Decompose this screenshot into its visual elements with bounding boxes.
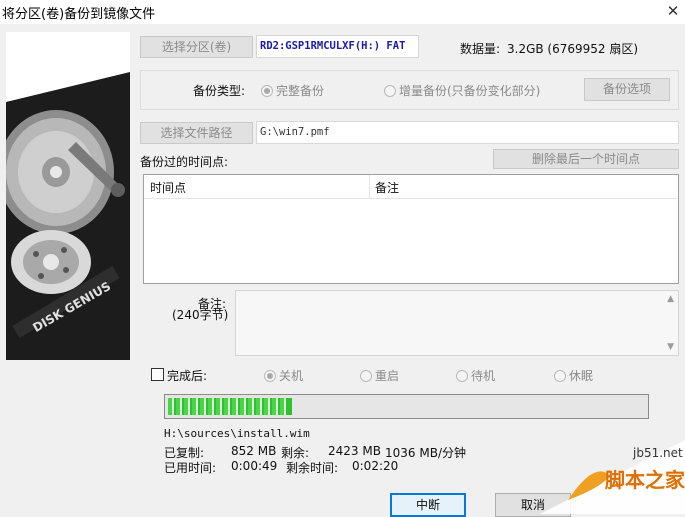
backup-type-label: 备份类型:: [193, 84, 246, 98]
remaining-value: 2423 MB: [328, 444, 381, 458]
progress-segment: [192, 398, 198, 415]
after-complete-checkbox[interactable]: [151, 368, 164, 381]
hdd-illustration: DISK GENIUS: [6, 32, 130, 360]
note-limit-label: (240字节): [172, 308, 229, 322]
radio-label: 完整备份: [276, 84, 325, 98]
scroll-up-icon[interactable]: ▲: [667, 294, 674, 304]
column-header-timepoint[interactable]: 时间点: [150, 179, 186, 196]
progress-segment: [176, 398, 182, 415]
elapsed-value: 0:00:49: [231, 459, 278, 473]
backup-options-button[interactable]: 备份选项: [584, 78, 670, 101]
radio-dot: [360, 370, 372, 382]
radio-restart[interactable]: 重启: [360, 367, 399, 384]
time-left-label: 剩余时间:: [286, 461, 339, 475]
current-file: H:\sources\install.wim: [164, 427, 310, 440]
column-header-note[interactable]: 备注: [375, 179, 399, 196]
progress-segment: [272, 398, 278, 415]
radio-incremental-backup[interactable]: 增量备份(只备份变化部分): [384, 82, 540, 99]
progress-segment: [248, 398, 254, 415]
progress-segment: [208, 398, 214, 415]
radio-label: 休眠: [569, 369, 594, 383]
progress-segment: [280, 398, 286, 415]
radio-dot: [261, 85, 273, 97]
radio-full-backup[interactable]: 完整备份: [261, 82, 324, 99]
progress-segment: [216, 398, 222, 415]
elapsed-label: 已用时间:: [164, 461, 217, 475]
progress-bar: [164, 394, 649, 419]
scroll-down-icon[interactable]: ▼: [667, 342, 674, 352]
radio-dot: [384, 85, 396, 97]
time-left-value: 0:02:20: [352, 459, 399, 473]
radio-standby[interactable]: 待机: [456, 367, 495, 384]
table-header: 时间点 备注: [144, 175, 678, 199]
radio-dot: [554, 370, 566, 382]
radio-shutdown[interactable]: 关机: [264, 367, 303, 384]
after-complete-label: 完成后:: [167, 369, 208, 383]
select-file-path-button[interactable]: 选择文件路径: [140, 122, 253, 144]
copied-value: 852 MB: [231, 444, 277, 458]
progress-segment: [232, 398, 238, 415]
abort-button[interactable]: 中断: [390, 493, 466, 517]
data-amount-label: 数据量:: [460, 42, 501, 56]
radio-dot: [456, 370, 468, 382]
site-watermark: jb51.net 脚本之家: [540, 440, 685, 514]
progress-segment: [256, 398, 262, 415]
note-textarea[interactable]: ▲ ▼: [235, 290, 679, 356]
radio-label: 待机: [471, 369, 496, 383]
timepoints-label: 备份过的时间点:: [140, 155, 229, 169]
radio-label: 增量备份(只备份变化部分): [399, 84, 541, 98]
radio-hibernate[interactable]: 休眠: [554, 367, 593, 384]
progress-segment: [240, 398, 246, 415]
radio-dot: [264, 370, 276, 382]
radio-label: 重启: [375, 369, 400, 383]
file-path-field: G:\win7.pmf: [256, 121, 679, 144]
timepoints-table[interactable]: 时间点 备注: [143, 174, 679, 284]
delete-last-timepoint-button[interactable]: 删除最后一个时间点: [493, 149, 679, 169]
column-divider[interactable]: [369, 175, 370, 199]
site-name: 脚本之家: [605, 468, 685, 492]
progress-segment: [200, 398, 206, 415]
close-icon[interactable]: ✕: [663, 1, 683, 21]
site-url: jb51.net: [633, 446, 683, 460]
data-amount-value: 3.2GB (6769952 扇区): [507, 42, 639, 56]
partition-field: RD2:GSP1RMCULXF(H:) FAT: [256, 35, 419, 58]
progress-segment: [224, 398, 230, 415]
window-title: 将分区(卷)备份到镜像文件: [2, 7, 156, 22]
progress-fill: [168, 398, 293, 415]
progress-segment: [264, 398, 270, 415]
select-partition-button[interactable]: 选择分区(卷): [140, 36, 253, 58]
progress-segment: [184, 398, 190, 415]
radio-label: 关机: [279, 369, 304, 383]
progress-segment: [168, 398, 174, 415]
